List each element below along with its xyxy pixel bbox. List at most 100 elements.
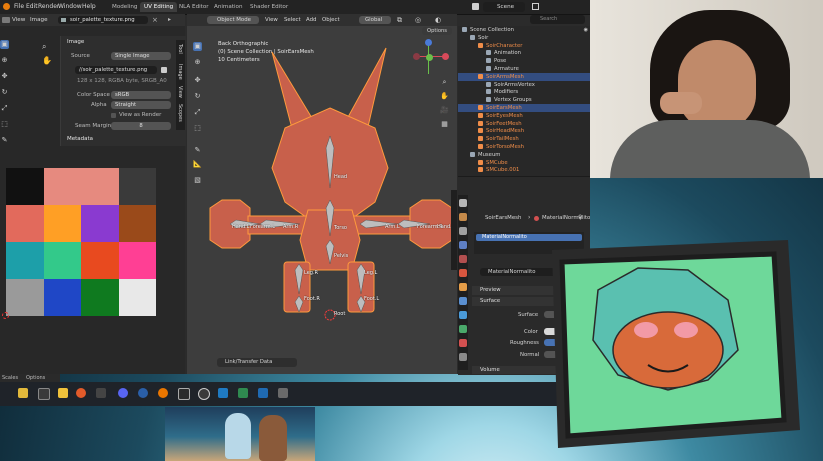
seam-margin-field[interactable]: 8 <box>111 122 171 130</box>
outliner-search-input[interactable]: Search <box>530 15 585 24</box>
menu-render[interactable]: Render <box>38 3 59 10</box>
menu-help[interactable]: Help <box>82 3 96 10</box>
menu-edit[interactable]: Edit <box>26 3 38 10</box>
tool-props-icon[interactable] <box>459 199 467 207</box>
world-props-icon[interactable] <box>459 269 467 277</box>
outliner-row[interactable]: Museum◉ <box>458 151 602 159</box>
taskbar-blender-icon[interactable] <box>158 388 168 398</box>
footer-scales[interactable]: Scales <box>2 375 18 381</box>
taskbar-app6-icon[interactable] <box>278 388 288 398</box>
file-browse-icon[interactable] <box>161 67 167 73</box>
proportional-edit-icon[interactable]: ◎ <box>415 16 421 24</box>
scale-icon[interactable]: ⤢ <box>0 104 9 113</box>
zoom-icon[interactable]: ⌕ <box>42 42 46 52</box>
bone-label-forearm-l: Forearm.L <box>250 224 276 230</box>
image-name-field[interactable]: soir_palette_texture.png <box>58 16 148 24</box>
source-dropdown[interactable]: Single Image <box>111 52 171 60</box>
orientation-dropdown[interactable]: Global <box>359 16 391 24</box>
outliner-row[interactable]: SoirEyesMesh◉ <box>458 112 610 120</box>
tab-shader-editor[interactable]: Shader Editor <box>246 2 292 12</box>
outliner-row[interactable]: SMCube◉ <box>458 159 610 167</box>
modifier-props-icon[interactable] <box>459 297 467 305</box>
taskbar-firefox-icon[interactable] <box>76 388 86 398</box>
tab-animation[interactable]: Animation <box>210 2 247 12</box>
filepath-field[interactable]: //soir_palette_texture.png <box>75 66 157 74</box>
editor-type-icon[interactable] <box>2 17 10 23</box>
menu-file[interactable]: File <box>14 3 24 10</box>
link-transfer-data-button[interactable]: Link/Transfer Data <box>217 358 297 367</box>
taskbar-app4-icon[interactable] <box>238 388 248 398</box>
physics-props-icon[interactable] <box>459 311 467 319</box>
scene-props-icon[interactable] <box>459 255 467 263</box>
taskbar-obs-icon[interactable] <box>198 388 210 400</box>
cursor-icon[interactable]: ⊕ <box>0 56 9 65</box>
outliner-row[interactable]: SMCube.001◉ <box>458 166 610 174</box>
move-icon[interactable]: ✥ <box>0 72 9 81</box>
uv-menu-view[interactable]: View <box>12 17 25 23</box>
tab-uv-editing[interactable]: UV Editing <box>140 2 178 12</box>
blender-logo-icon[interactable] <box>3 3 10 10</box>
vp-menu-select[interactable]: Select <box>284 17 301 23</box>
taskbar-app3-icon[interactable] <box>218 388 228 398</box>
annotate-icon[interactable]: ✎ <box>0 136 9 145</box>
select-box-icon[interactable]: ▣ <box>0 40 9 49</box>
view-as-render-checkbox[interactable] <box>111 113 116 118</box>
scene-selector[interactable]: Scene <box>483 2 525 12</box>
pin-icon[interactable]: ▸ <box>168 16 171 23</box>
output-props-icon[interactable] <box>459 227 467 235</box>
uv-menu-image[interactable]: Image <box>30 17 48 23</box>
metadata-section[interactable]: Metadata <box>67 136 93 142</box>
close-image-icon[interactable]: × <box>152 16 158 24</box>
outliner-row[interactable]: SoirFeetMesh◉ <box>458 120 610 128</box>
mode-dropdown[interactable]: Object Mode <box>207 16 259 24</box>
outliner-row[interactable]: Scene Collection ◉ <box>458 26 594 34</box>
taskbar-folder-icon[interactable] <box>58 388 68 398</box>
outliner-row[interactable]: Soir◉ <box>458 34 602 42</box>
outliner-row[interactable]: SoirArmsMesh◉ <box>458 72 610 81</box>
view-layer-icon[interactable] <box>532 3 539 10</box>
character-mesh[interactable] <box>200 40 460 330</box>
rotate-icon[interactable]: ↻ <box>0 88 9 97</box>
footer-options[interactable]: Options <box>26 375 45 381</box>
tab-scopes[interactable]: Scopes <box>177 104 183 122</box>
options-button[interactable]: Options <box>422 27 452 35</box>
vp-menu-add[interactable]: Add <box>306 17 316 23</box>
outliner-row[interactable]: SoirEarsMesh◉ <box>458 104 610 112</box>
material-props-icon[interactable] <box>459 339 467 347</box>
uv-2d-cursor-icon[interactable] <box>2 312 9 319</box>
tab-modeling[interactable]: Modeling <box>108 2 141 12</box>
render-props-icon[interactable] <box>459 213 467 221</box>
taskbar-terminal-icon[interactable] <box>96 388 106 398</box>
outliner-row[interactable]: SoirTorsoMesh◉ <box>458 143 610 151</box>
snap-icon[interactable]: ⧉ <box>397 16 402 25</box>
taskbar-explorer-icon[interactable] <box>18 388 28 398</box>
tab-view[interactable]: View <box>177 86 183 98</box>
vp-menu-view[interactable]: View <box>265 17 278 23</box>
overlay-icon[interactable]: ◐ <box>435 16 441 24</box>
object-props-icon[interactable] <box>459 283 467 291</box>
outliner-row[interactable]: SoirTailMesh◉ <box>458 135 610 143</box>
pan-hand-icon[interactable]: ✋ <box>42 56 52 65</box>
transform-icon[interactable]: ⬚ <box>0 120 9 129</box>
taskbar-discord-icon[interactable] <box>118 388 128 398</box>
visibility-eye-icon[interactable]: ◉ <box>584 26 588 34</box>
tab-image[interactable]: Image <box>177 64 183 80</box>
tab-nla-editor[interactable]: NLA Editor <box>175 2 213 12</box>
view-layer-props-icon[interactable] <box>459 241 467 249</box>
color-space-dropdown[interactable]: sRGB <box>111 91 171 99</box>
alpha-dropdown[interactable]: Straight <box>111 101 171 109</box>
taskbar-app-icon[interactable] <box>38 388 50 400</box>
outliner-row[interactable]: SoirHeadMesh◉ <box>458 127 610 135</box>
taskbar-steam-icon[interactable] <box>138 388 148 398</box>
texture-props-icon[interactable] <box>459 353 467 361</box>
outliner-row[interactable]: SoirCharacter◉ <box>458 42 610 50</box>
object-data-props-icon[interactable] <box>459 325 467 333</box>
tab-tool[interactable]: Tool <box>177 44 183 54</box>
outliner-item-icon <box>486 97 491 103</box>
menu-window[interactable]: Window <box>58 3 82 10</box>
taskbar-app2-icon[interactable] <box>178 388 190 400</box>
taskbar-app5-icon[interactable] <box>258 388 268 398</box>
palette-texture-image[interactable] <box>6 168 156 316</box>
pin-props-icon[interactable]: ⚲ <box>578 214 582 221</box>
vp-menu-object[interactable]: Object <box>322 17 340 23</box>
